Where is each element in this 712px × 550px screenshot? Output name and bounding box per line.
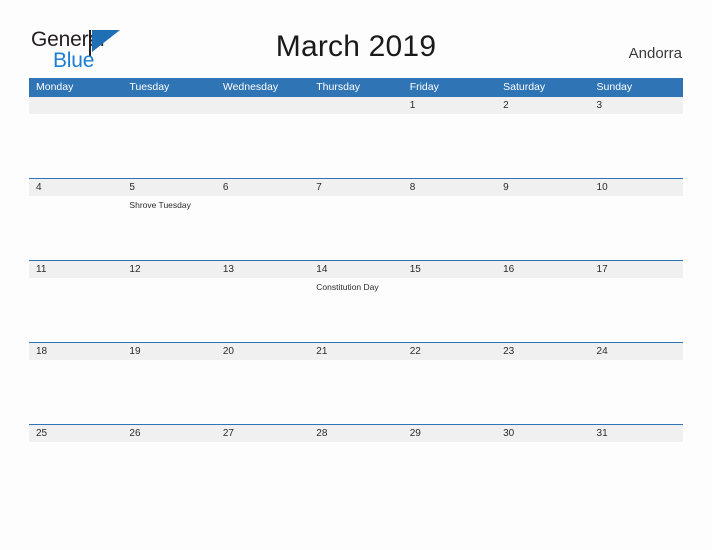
day-event[interactable] xyxy=(216,196,309,260)
day-event[interactable] xyxy=(29,360,122,424)
day-event[interactable] xyxy=(309,442,402,506)
weekday-tuesday: Tuesday xyxy=(129,81,170,93)
day-number[interactable]: 27 xyxy=(216,425,309,442)
calendar-week-row: 11 12 13 14 15 16 17 Constitution Day xyxy=(29,260,683,342)
day-number[interactable]: 15 xyxy=(403,261,496,278)
day-number[interactable]: 29 xyxy=(403,425,496,442)
day-event[interactable] xyxy=(29,278,122,342)
day-number[interactable] xyxy=(216,97,309,114)
day-number[interactable]: 6 xyxy=(216,179,309,196)
day-number[interactable]: 20 xyxy=(216,343,309,360)
week-event-band: Shrove Tuesday xyxy=(29,196,683,260)
day-event[interactable] xyxy=(309,114,402,178)
day-event[interactable] xyxy=(496,278,589,342)
page-title: March 2019 xyxy=(275,30,437,63)
week-event-band xyxy=(29,360,683,424)
day-event[interactable] xyxy=(496,360,589,424)
day-event[interactable] xyxy=(216,360,309,424)
day-number[interactable]: 25 xyxy=(29,425,122,442)
week-date-band: 11 12 13 14 15 16 17 xyxy=(29,261,683,278)
calendar-page: General Blue March 2019 Andorra Monday T… xyxy=(0,0,712,550)
day-number[interactable]: 17 xyxy=(590,261,683,278)
week-event-band xyxy=(29,114,683,178)
day-number[interactable]: 19 xyxy=(122,343,215,360)
day-event[interactable] xyxy=(590,360,683,424)
day-number[interactable]: 5 xyxy=(122,179,215,196)
day-number[interactable]: 1 xyxy=(403,97,496,114)
day-number[interactable]: 4 xyxy=(29,179,122,196)
day-number[interactable]: 2 xyxy=(496,97,589,114)
day-event[interactable] xyxy=(496,442,589,506)
day-number[interactable] xyxy=(122,97,215,114)
day-event[interactable] xyxy=(590,278,683,342)
day-event[interactable]: Shrove Tuesday xyxy=(122,196,215,260)
day-number[interactable] xyxy=(29,97,122,114)
calendar-week-row: 25 26 27 28 29 30 31 xyxy=(29,424,683,506)
day-number[interactable] xyxy=(309,97,402,114)
day-number[interactable]: 9 xyxy=(496,179,589,196)
day-event[interactable] xyxy=(216,114,309,178)
day-number[interactable]: 10 xyxy=(590,179,683,196)
weekday-friday: Friday xyxy=(409,81,439,93)
day-number[interactable]: 14 xyxy=(309,261,402,278)
day-number[interactable]: 8 xyxy=(403,179,496,196)
day-event[interactable] xyxy=(403,196,496,260)
day-event[interactable] xyxy=(403,360,496,424)
day-event[interactable] xyxy=(403,114,496,178)
day-event[interactable] xyxy=(309,360,402,424)
day-number[interactable]: 26 xyxy=(122,425,215,442)
day-event[interactable] xyxy=(403,442,496,506)
day-number[interactable]: 18 xyxy=(29,343,122,360)
day-number[interactable]: 30 xyxy=(496,425,589,442)
day-event[interactable] xyxy=(29,196,122,260)
weekday-wednesday: Wednesday xyxy=(222,81,279,93)
weekday-sunday: Sunday xyxy=(596,81,633,93)
day-event[interactable]: Constitution Day xyxy=(309,278,402,342)
day-number[interactable]: 13 xyxy=(216,261,309,278)
day-number[interactable]: 11 xyxy=(29,261,122,278)
weekday-monday: Monday xyxy=(36,81,74,93)
weekday-thursday: Thursday xyxy=(316,81,361,93)
day-event[interactable] xyxy=(29,442,122,506)
day-event[interactable] xyxy=(590,442,683,506)
day-event[interactable] xyxy=(122,278,215,342)
week-date-band: 4 5 6 7 8 9 10 xyxy=(29,179,683,196)
day-number[interactable]: 28 xyxy=(309,425,402,442)
day-event[interactable] xyxy=(216,442,309,506)
calendar-week-row: 18 19 20 21 22 23 24 xyxy=(29,342,683,424)
day-number[interactable]: 12 xyxy=(122,261,215,278)
day-number[interactable]: 16 xyxy=(496,261,589,278)
day-event[interactable] xyxy=(122,360,215,424)
day-event[interactable] xyxy=(590,114,683,178)
day-number[interactable]: 23 xyxy=(496,343,589,360)
week-date-band: 25 26 27 28 29 30 31 xyxy=(29,425,683,442)
day-event[interactable] xyxy=(496,114,589,178)
week-date-band: 1 2 3 xyxy=(29,97,683,114)
day-event[interactable] xyxy=(29,114,122,178)
calendar-week-row: 4 5 6 7 8 9 10 Shrove Tuesday xyxy=(29,178,683,260)
day-number[interactable]: 7 xyxy=(309,179,402,196)
day-number[interactable]: 22 xyxy=(403,343,496,360)
day-event[interactable] xyxy=(590,196,683,260)
weekday-header-row: Monday Tuesday Wednesday Thursday Friday… xyxy=(29,78,683,97)
calendar-week-row: 1 2 3 xyxy=(29,97,683,178)
day-event[interactable] xyxy=(309,196,402,260)
week-event-band: Constitution Day xyxy=(29,278,683,342)
country-label: Andorra xyxy=(628,45,682,62)
day-number[interactable]: 3 xyxy=(590,97,683,114)
week-event-band xyxy=(29,442,683,506)
day-event[interactable] xyxy=(496,196,589,260)
day-event[interactable] xyxy=(216,278,309,342)
day-event[interactable] xyxy=(403,278,496,342)
calendar-table: Monday Tuesday Wednesday Thursday Friday… xyxy=(29,78,683,506)
day-number[interactable]: 21 xyxy=(309,343,402,360)
page-header: General Blue March 2019 Andorra xyxy=(0,0,712,78)
week-date-band: 18 19 20 21 22 23 24 xyxy=(29,343,683,360)
day-event[interactable] xyxy=(122,442,215,506)
weekday-saturday: Saturday xyxy=(503,81,546,93)
day-number[interactable]: 31 xyxy=(590,425,683,442)
day-event[interactable] xyxy=(122,114,215,178)
day-number[interactable]: 24 xyxy=(590,343,683,360)
